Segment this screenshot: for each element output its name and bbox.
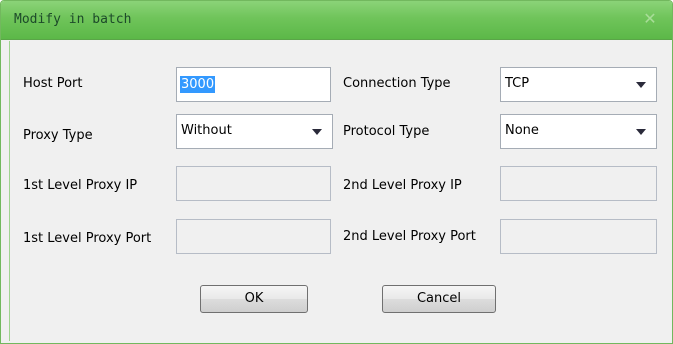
host-port-value: 3000 xyxy=(180,76,216,93)
protocol-type-value: None xyxy=(505,123,539,138)
connection-type-select[interactable]: TCP xyxy=(500,67,657,102)
chevron-down-icon xyxy=(636,129,646,135)
proxy-type-select[interactable]: Without xyxy=(176,114,333,149)
dialog-body: Host Port 3000 Connection Type TCP Proxy… xyxy=(9,41,667,341)
protocol-type-select[interactable]: None xyxy=(500,114,657,149)
chevron-down-icon xyxy=(312,129,322,135)
host-port-label: Host Port xyxy=(23,76,83,91)
modify-batch-dialog: Modify in batch ✕ Host Port 3000 Connect… xyxy=(0,0,673,344)
proxy-type-label: Proxy Type xyxy=(23,128,93,143)
proxy-type-value: Without xyxy=(181,123,232,138)
proxy-port-2-input[interactable] xyxy=(500,219,657,254)
proxy-ip-1-input[interactable] xyxy=(176,166,331,201)
dialog-title: Modify in batch xyxy=(14,12,132,27)
connection-type-value: TCP xyxy=(505,76,530,91)
chevron-down-icon xyxy=(636,82,646,88)
cancel-button[interactable]: Cancel xyxy=(382,285,496,313)
title-bar[interactable]: Modify in batch ✕ xyxy=(1,1,672,40)
host-port-input[interactable]: 3000 xyxy=(176,67,331,102)
proxy-port-1-input[interactable] xyxy=(176,219,331,254)
ok-button[interactable]: OK xyxy=(200,285,308,313)
proxy-ip-1-label: 1st Level Proxy IP xyxy=(23,178,138,193)
protocol-type-label: Protocol Type xyxy=(343,124,430,139)
proxy-port-2-label: 2nd Level Proxy Port xyxy=(343,229,476,244)
proxy-port-1-label: 1st Level Proxy Port xyxy=(23,231,152,246)
close-icon[interactable]: ✕ xyxy=(642,11,658,27)
connection-type-label: Connection Type xyxy=(343,76,451,91)
proxy-ip-2-input[interactable] xyxy=(500,166,657,201)
proxy-ip-2-label: 2nd Level Proxy IP xyxy=(343,178,462,193)
